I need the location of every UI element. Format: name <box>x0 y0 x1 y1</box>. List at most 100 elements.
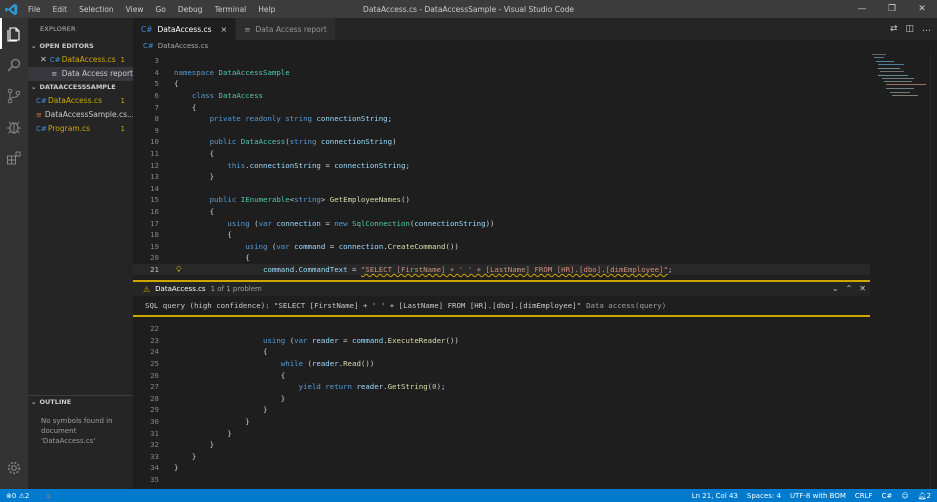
code-line[interactable]: 17 using (var connection = new SqlConnec… <box>133 217 870 229</box>
code-line[interactable]: 26 { <box>133 369 870 381</box>
code-text[interactable]: this.connectionString = connectionString… <box>174 161 409 170</box>
code-line[interactable]: 30 } <box>133 416 870 428</box>
more-actions-icon[interactable]: … <box>922 24 931 34</box>
code-text[interactable]: namespace DataAccessSample <box>174 68 290 77</box>
maximize-button[interactable]: ❐ <box>877 0 907 18</box>
previous-problem-icon[interactable]: ⌃ <box>846 284 853 293</box>
menu-debug[interactable]: Debug <box>172 5 209 14</box>
explorer-icon[interactable] <box>0 18 28 49</box>
code-text[interactable]: using (var connection = new SqlConnectio… <box>174 219 494 228</box>
code-text[interactable]: { <box>174 149 214 158</box>
menu-edit[interactable]: Edit <box>47 5 74 14</box>
encoding[interactable]: UTF-8 with BOM <box>790 492 846 500</box>
code-text[interactable]: { <box>174 347 267 356</box>
close-icon[interactable]: × <box>221 25 228 34</box>
file-item[interactable]: C# Program.cs 1 <box>28 122 133 136</box>
code-line[interactable]: 13 } <box>133 171 870 183</box>
open-editors-header[interactable]: ⌄ OPEN EDITORS <box>28 40 133 53</box>
split-editor-icon[interactable]: ◫ <box>905 24 914 34</box>
code-text[interactable]: class DataAccess <box>174 91 263 100</box>
code-line[interactable]: 18 { <box>133 229 870 241</box>
code-line[interactable]: 21 💡︎ command.CommandText = "SELECT [Firs… <box>133 263 870 276</box>
code-text[interactable]: yield return reader.GetString(0); <box>174 382 446 391</box>
open-editor-item[interactable]: ≡ Data Access report <box>28 67 133 81</box>
breadcrumb-file[interactable]: DataAccess.cs <box>158 42 208 50</box>
feedback-icon[interactable]: ☺ <box>901 492 908 500</box>
code-text[interactable]: { <box>174 79 178 88</box>
code-line[interactable]: 10 public DataAccess(string connectionSt… <box>133 136 870 148</box>
menu-file[interactable]: File <box>22 5 47 14</box>
code-line[interactable]: 22 <box>133 323 870 335</box>
notifications[interactable]: 🔔︎2 <box>918 492 931 500</box>
code-line[interactable]: 12 this.connectionString = connectionStr… <box>133 159 870 171</box>
indentation[interactable]: Spaces: 4 <box>747 492 781 500</box>
project-header[interactable]: ⌄ DATAACCESSSAMPLE <box>28 81 133 94</box>
tab-dataaccess[interactable]: C# DataAccess.cs × <box>133 18 237 40</box>
code-line[interactable]: 23 using (var reader = command.ExecuteRe… <box>133 335 870 347</box>
code-line[interactable]: 35 <box>133 474 870 486</box>
code-line[interactable]: 16 { <box>133 206 870 218</box>
close-window-button[interactable]: ✕ <box>907 0 937 18</box>
code-text[interactable]: } <box>174 440 214 449</box>
outline-header[interactable]: ⌄ OUTLINE <box>28 395 133 408</box>
code-text[interactable]: { <box>174 230 231 239</box>
code-line[interactable]: 28 } <box>133 393 870 405</box>
code-line[interactable]: 14 <box>133 183 870 195</box>
code-line[interactable]: 5{ <box>133 78 870 90</box>
problems-indicator[interactable]: ⊗0 ⚠2 <box>6 492 29 500</box>
code-text[interactable]: using (var command = connection.CreateCo… <box>174 242 459 251</box>
code-text[interactable]: } <box>174 452 196 461</box>
close-icon[interactable]: ✕ <box>859 284 866 293</box>
code-line[interactable]: 27 yield return reader.GetString(0); <box>133 381 870 393</box>
code-text[interactable]: { <box>174 207 214 216</box>
tab-data-access-report[interactable]: ≡ Data Access report <box>236 18 336 40</box>
cursor-position[interactable]: Ln 21, Col 43 <box>692 492 738 500</box>
code-line[interactable]: 29 } <box>133 404 870 416</box>
code-text[interactable]: command.CommandText = "SELECT [FirstName… <box>174 265 672 274</box>
code-line[interactable]: 3 <box>133 55 870 67</box>
gear-icon[interactable] <box>0 452 28 483</box>
menu-go[interactable]: Go <box>149 5 171 14</box>
minimize-button[interactable]: — <box>847 0 877 18</box>
source-control-icon[interactable] <box>0 80 28 111</box>
search-icon[interactable] <box>0 49 28 80</box>
code-text[interactable]: public DataAccess(string connectionStrin… <box>174 137 397 146</box>
vertical-scrollbar[interactable] <box>930 52 937 489</box>
debug-icon[interactable] <box>0 111 28 142</box>
code-text[interactable]: } <box>174 172 214 181</box>
extensions-icon[interactable] <box>0 142 28 173</box>
code-line[interactable]: 15 public IEnumerable<string> GetEmploye… <box>133 194 870 206</box>
code-text[interactable]: using (var reader = command.ExecuteReade… <box>174 336 459 345</box>
next-problem-icon[interactable]: ⌄ <box>832 284 839 293</box>
code-line[interactable]: 31 } <box>133 427 870 439</box>
breadcrumb[interactable]: C# DataAccess.cs <box>133 40 870 52</box>
code-line[interactable]: 6 class DataAccess <box>133 90 870 102</box>
code-text[interactable]: while (reader.Read()) <box>174 359 374 368</box>
menu-help[interactable]: Help <box>252 5 281 14</box>
flame-icon[interactable]: ♨ <box>45 492 51 500</box>
code-line[interactable]: 7 { <box>133 101 870 113</box>
code-text[interactable]: private readonly string connectionString… <box>174 114 392 123</box>
code-text[interactable]: } <box>174 429 231 438</box>
code-line[interactable]: 4 namespace DataAccessSample <box>133 67 870 79</box>
vscode-logo-icon[interactable] <box>0 0 22 18</box>
minimap[interactable] <box>870 52 930 489</box>
code-text[interactable]: } <box>174 405 267 414</box>
end-of-line[interactable]: CRLF <box>855 492 873 500</box>
code-line[interactable]: 11 { <box>133 148 870 160</box>
open-changes-icon[interactable]: ⇄ <box>890 24 898 34</box>
menu-selection[interactable]: Selection <box>73 5 120 14</box>
close-icon[interactable]: ✕ <box>40 53 47 67</box>
file-item[interactable]: C# DataAccess.cs 1 <box>28 94 133 108</box>
open-editor-item[interactable]: ✕ C# DataAccess.cs 1 <box>28 53 133 67</box>
file-item[interactable]: ≡ DataAccessSample.cs... <box>28 108 133 122</box>
code-text[interactable]: public IEnumerable<string> GetEmployeeNa… <box>174 195 410 204</box>
code-editor[interactable]: 3 4 namespace DataAccessSample 5{6 class Da… <box>133 52 870 489</box>
code-line[interactable]: 34} <box>133 462 870 474</box>
code-line[interactable]: 24 { <box>133 346 870 358</box>
code-line[interactable]: 8 private readonly string connectionStri… <box>133 113 870 125</box>
code-text[interactable]: } <box>174 417 249 426</box>
code-text[interactable]: { <box>174 103 196 112</box>
language-mode[interactable]: C# <box>882 492 893 500</box>
code-line[interactable]: 9 <box>133 125 870 137</box>
